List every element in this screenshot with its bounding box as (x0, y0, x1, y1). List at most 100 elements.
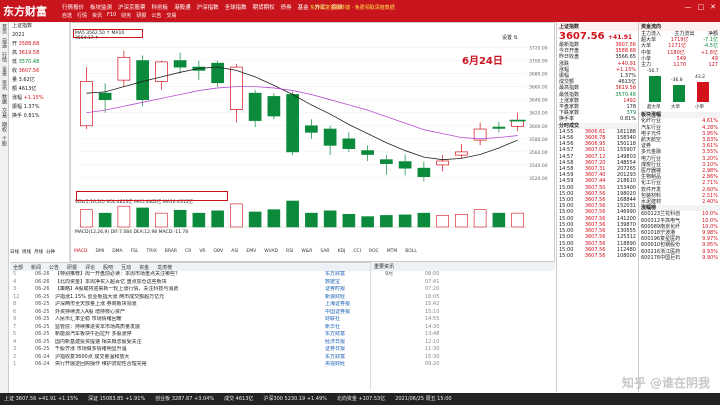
indicator-tab-kdj[interactable]: KDJ (338, 249, 346, 256)
sidebar-item-2[interactable]: 行情 (0, 50, 9, 64)
indicator-tab-dma[interactable]: DMA (112, 249, 122, 256)
main-menu: 行情报价 板块监测 沪深京股票 科创板 港股通 沪深指数 全球指数 期货期权 债券 基金 外汇 资讯 (62, 3, 343, 11)
sector-change: 2.40% (702, 199, 718, 206)
submenu-item-0[interactable]: 自选 (62, 12, 72, 19)
candle-body (361, 150, 374, 155)
volume-bar (342, 213, 356, 228)
sidebar-item-8[interactable]: 个股 (0, 134, 9, 148)
indicator-tab-dmi[interactable]: DMI (96, 249, 105, 256)
period-tab-1[interactable]: 周线 (22, 249, 31, 256)
sidebar-item-7[interactable]: 期权 (0, 120, 9, 134)
volume-bar (361, 216, 374, 228)
indicator-tab-obv[interactable]: OBV (214, 249, 224, 256)
submenu-item-4[interactable]: 财务 (121, 12, 131, 19)
maximize-icon[interactable]: □ (698, 3, 705, 11)
news-cell-c3: 外资持续流入A股 增持核心资产 (55, 308, 126, 315)
menu-item-5[interactable]: 沪深指数 (197, 3, 219, 11)
menu-item-6[interactable]: 全球指数 (225, 3, 247, 11)
y-tick-label: 3580.00 (529, 137, 548, 143)
menu-item-8[interactable]: 债券 (281, 3, 292, 11)
quote-title: 上证指数 (557, 22, 638, 31)
close-icon[interactable]: ✕ (710, 3, 716, 11)
menu-item-2[interactable]: 沪深京股票 (118, 3, 146, 11)
news-cell-c1: 6 (13, 308, 17, 315)
price-row-value: 3.62亿 (18, 77, 35, 83)
sidebar-item-4[interactable]: 资讯 (0, 78, 9, 92)
news-tab-5[interactable]: 股吧 (103, 264, 113, 271)
left-sidebar: 首页 自选 行情 全景 资讯 数据 交易 期权 个股 (0, 22, 9, 397)
news-tab-4[interactable]: 评论 (85, 264, 95, 271)
indicator-tab-cci[interactable]: CCI (353, 249, 361, 256)
tick-volume: 108000 (616, 252, 636, 259)
sidebar-item-5[interactable]: 数据 (0, 92, 9, 106)
news-tab-0[interactable]: 全部 (13, 264, 23, 271)
news-cell-c3: 监管层：持续推进资本市场高质量发展 (55, 323, 141, 330)
news-tab-2[interactable]: 公告 (49, 264, 59, 271)
menu-item-3[interactable]: 科创板 (152, 3, 169, 11)
indicator-tab-brar[interactable]: BRAR (165, 249, 177, 256)
menu-item-4[interactable]: 港股通 (174, 3, 191, 11)
indicator-tab-cr[interactable]: CR (185, 249, 191, 256)
menu-item-1[interactable]: 板块监测 (90, 3, 112, 11)
status-item-6: 2021/06/25 周五 15:00 (395, 396, 452, 402)
sidebar-item-1[interactable]: 自选 (0, 36, 9, 50)
news-tab-7[interactable]: 资金 (139, 264, 149, 271)
submenu-item-1[interactable]: 行情 (77, 12, 87, 19)
volume-bar (398, 214, 412, 228)
menu-item-9[interactable]: 基金 (298, 3, 309, 11)
indicator-tab-asi[interactable]: ASI (231, 249, 238, 256)
indicator-tab-sar[interactable]: SAR (320, 249, 329, 256)
volume-bar (323, 210, 337, 228)
indicator-tab-trix[interactable]: TRIX (147, 249, 157, 256)
submenu-item-5[interactable]: 研报 (136, 12, 146, 19)
indicator-tab-roc[interactable]: ROC (369, 249, 379, 256)
indicator-tab-macd[interactable]: MACD (74, 249, 88, 256)
price-row: 振幅 1.37% (10, 103, 69, 112)
submenu-item-2[interactable]: 资讯 (92, 12, 102, 19)
news-cell-c2: 06-26 (35, 271, 50, 277)
indicator-tab-boll[interactable]: BOLL (405, 249, 417, 256)
sidebar-item-6[interactable]: 交易 (0, 106, 9, 120)
submenu-item-7[interactable]: 交易 (166, 12, 176, 19)
indicator-tab-wr[interactable]: W&R (301, 249, 312, 256)
indicator-tab-vr[interactable]: VR (199, 249, 205, 256)
candle-body (80, 81, 93, 127)
menu-item-7[interactable]: 期货期权 (253, 3, 275, 11)
news-tab-1[interactable]: 新闻 (31, 264, 41, 271)
ad-banner[interactable]: 东方财富金融终端 · 免费领取深度数据 (310, 4, 395, 11)
news-cell-c1: 8 (13, 301, 17, 307)
tick-list: 14:55 3606.61 161188 14:56 3606.78 158340 14:5… (557, 129, 638, 259)
period-tab-3[interactable]: 分钟 (46, 249, 55, 256)
news-cell-c1: 3 (13, 346, 17, 352)
title-bar: 东方财富 行情报价 板块监测 沪深京股票 科创板 港股通 沪深指数 全球指数 期货期权 债券 基金… (0, 0, 720, 22)
period-tab-0[interactable]: 日线 (10, 249, 19, 256)
sub-menu: 自选 行情 资讯 F10 财务 研报 公告 交易 (62, 12, 176, 19)
news-tab-6[interactable]: 互动 (121, 264, 131, 271)
volume-bar (136, 207, 149, 228)
news-cell-c2: 06-26 (35, 286, 50, 292)
indicator-tab-emv[interactable]: EMV (246, 249, 256, 256)
period-tab-2[interactable]: 月线 (34, 249, 43, 256)
news-cell-c3: 【北向资金】本周净买入超百亿 重点加仓这些板块 (55, 278, 167, 285)
y-tick-label: 3540.00 (529, 163, 548, 169)
sidebar-item-0[interactable]: 首页 (0, 22, 9, 36)
chart-settings-button[interactable]: 设置 ⇅ (502, 34, 518, 41)
submenu-item-6[interactable]: 公告 (151, 12, 161, 19)
indicator-tab-mtm[interactable]: MTM (387, 249, 398, 256)
indicator-tab-wvad[interactable]: WVAD (264, 249, 278, 256)
menu-item-0[interactable]: 行情报价 (62, 3, 84, 11)
indicator-tab-fsl[interactable]: FSL (131, 249, 139, 256)
indicator-tab-rsi[interactable]: RSI (286, 249, 293, 256)
submenu-item-3[interactable]: F10 (107, 12, 116, 19)
news-cell-c1: 4 (13, 338, 17, 345)
y-tick-label: 3520.00 (529, 176, 548, 182)
news-tab-8[interactable]: 龙虎榜 (157, 264, 172, 271)
app-logo: 东方财富 (3, 5, 47, 18)
stock-row[interactable]: 600176中国巨石 9.90% (639, 255, 720, 261)
candle-body (492, 126, 506, 129)
minimize-icon[interactable]: — (685, 3, 692, 11)
news-tab-3[interactable]: 研报 (67, 264, 77, 271)
sidebar-item-3[interactable]: 全景 (0, 64, 9, 78)
fund-row-in: 1170 (673, 62, 687, 69)
fund-row-label: 主力 (641, 62, 652, 69)
